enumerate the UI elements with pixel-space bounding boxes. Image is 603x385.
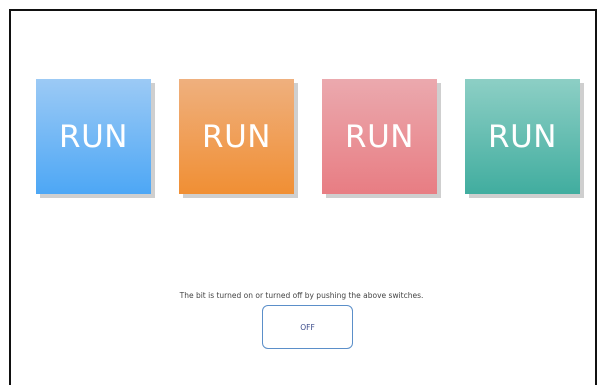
run-switch-pink[interactable]: RUN (322, 79, 437, 194)
run-switch-orange[interactable]: RUN (179, 79, 294, 194)
run-switch-blue[interactable]: RUN (36, 79, 151, 194)
run-switch-teal[interactable]: RUN (465, 79, 580, 194)
bit-status-button[interactable]: OFF (262, 305, 353, 349)
instruction-text: The bit is turned on or turned off by pu… (179, 291, 424, 300)
